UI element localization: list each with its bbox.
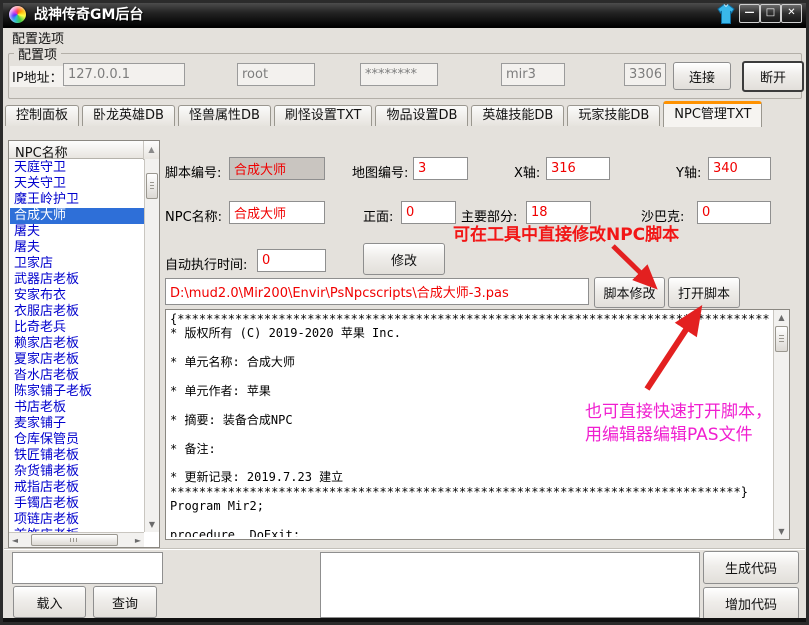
script-vscroll-thumb[interactable] xyxy=(775,326,788,352)
shabak-field[interactable] xyxy=(697,201,771,224)
list-item[interactable]: 天庭守卫 xyxy=(10,160,144,176)
config-group-label: 配置项 xyxy=(14,44,61,63)
npc-list-hscrollbar[interactable]: ◄ ► xyxy=(9,532,144,547)
minimize-button[interactable]: — xyxy=(739,4,760,23)
list-item[interactable]: 天关守卫 xyxy=(10,176,144,192)
tab-物品设置DB[interactable]: 物品设置DB xyxy=(375,105,468,126)
hscroll-thumb[interactable] xyxy=(31,534,118,546)
title-bar: 战神传奇GM后台 — □ ✕ xyxy=(0,0,809,28)
script-modify-button[interactable]: 脚本修改 xyxy=(594,277,665,308)
list-item[interactable]: 手镯店老板 xyxy=(10,496,144,512)
code-name-box[interactable] xyxy=(12,552,163,584)
map-no-field[interactable] xyxy=(413,157,468,180)
list-item[interactable]: 魔王岭护卫 xyxy=(10,192,144,208)
list-item[interactable]: 夏家店老板 xyxy=(10,352,144,368)
code-output-box[interactable] xyxy=(320,552,700,618)
list-item[interactable]: 武器店老板 xyxy=(10,272,144,288)
list-item[interactable]: 卫家店 xyxy=(10,256,144,272)
app-icon xyxy=(9,6,26,23)
auto-time-field[interactable] xyxy=(257,249,326,272)
script-path-field[interactable] xyxy=(165,278,589,305)
annotation-note-pink: 也可直接快速打开脚本， 用编辑器编辑PAS文件 xyxy=(585,401,772,447)
bottom-separator xyxy=(4,548,805,549)
close-button[interactable]: ✕ xyxy=(781,4,802,23)
vscroll-thumb[interactable] xyxy=(146,173,158,199)
sort-asc-icon[interactable]: ▲ xyxy=(143,141,159,160)
y-axis-label: Y轴: xyxy=(676,162,701,181)
annotation-note-red: 可在工具中直接修改NPC脚本 xyxy=(453,220,679,245)
list-item[interactable]: 衣服店老板 xyxy=(10,304,144,320)
x-axis-field[interactable] xyxy=(546,157,610,180)
scroll-left-icon[interactable]: ◄ xyxy=(11,536,19,545)
map-no-label: 地图编号: xyxy=(352,162,408,181)
list-item[interactable]: 项链店老板 xyxy=(10,512,144,528)
list-item[interactable]: 仓库保管员 xyxy=(10,432,144,448)
y-axis-field[interactable] xyxy=(708,157,771,180)
scroll-right-icon[interactable]: ► xyxy=(134,536,142,545)
front-label: 正面: xyxy=(363,206,393,225)
maximize-button[interactable]: □ xyxy=(760,4,781,23)
script-no-label: 脚本编号: xyxy=(165,162,221,181)
list-item[interactable]: 杂货铺老板 xyxy=(10,464,144,480)
front-field[interactable] xyxy=(401,201,456,224)
npc-name-label: NPC名称: xyxy=(165,206,222,225)
disconnect-button[interactable]: 断开 xyxy=(742,61,804,92)
list-item[interactable]: 麦家铺子 xyxy=(10,416,144,432)
npc-list: NPC名称 ▲ 天庭守卫天关守卫魔王岭护卫合成大师屠夫屠夫卫家店武器店老板安家布… xyxy=(8,140,160,548)
script-no-field[interactable] xyxy=(229,157,325,180)
tab-NPC管理TXT[interactable]: NPC管理TXT xyxy=(663,101,762,127)
tab-strip: 控制面板卧龙英雄DB怪兽属性DB刷怪设置TXT物品设置DB英雄技能DB玩家技能D… xyxy=(5,102,765,126)
port-field[interactable] xyxy=(624,63,666,86)
list-item[interactable]: 铁匠铺老板 xyxy=(10,448,144,464)
window-title: 战神传奇GM后台 xyxy=(34,4,143,24)
tab-控制面板[interactable]: 控制面板 xyxy=(5,105,79,126)
database-field[interactable] xyxy=(501,63,565,86)
scroll-up-icon[interactable]: ▲ xyxy=(774,313,789,322)
app-window: 战神传奇GM后台 — □ ✕ 配置选项 配置项 IP地址： 连接 断开 控制面板… xyxy=(0,0,809,625)
scroll-down-icon[interactable]: ▼ xyxy=(774,527,789,536)
npc-list-vscrollbar[interactable]: ▼ xyxy=(144,159,159,532)
list-item[interactable]: 沓水店老板 xyxy=(10,368,144,384)
ip-label: IP地址： xyxy=(10,66,65,87)
list-item[interactable]: 安家布衣 xyxy=(10,288,144,304)
ip-address-field[interactable] xyxy=(63,63,185,86)
tab-玩家技能DB[interactable]: 玩家技能DB xyxy=(567,105,660,126)
script-vscrollbar[interactable]: ▲ ▼ xyxy=(773,310,789,539)
password-field[interactable] xyxy=(360,63,438,86)
query-button[interactable]: 查询 xyxy=(93,586,157,618)
tab-刷怪设置TXT[interactable]: 刷怪设置TXT xyxy=(274,105,373,126)
scroll-down-icon[interactable]: ▼ xyxy=(145,520,159,529)
tab-卧龙英雄DB[interactable]: 卧龙英雄DB xyxy=(82,105,175,126)
tab-怪兽属性DB[interactable]: 怪兽属性DB xyxy=(178,105,271,126)
connect-button[interactable]: 连接 xyxy=(673,62,731,90)
open-script-button[interactable]: 打开脚本 xyxy=(668,277,740,308)
tab-英雄技能DB[interactable]: 英雄技能DB xyxy=(471,105,564,126)
auto-time-label: 自动执行时间: xyxy=(165,254,247,273)
x-axis-label: X轴: xyxy=(514,162,540,181)
npc-list-header[interactable]: NPC名称 xyxy=(9,141,144,159)
list-item[interactable]: 赖家店老板 xyxy=(10,336,144,352)
list-item[interactable]: 陈家铺子老板 xyxy=(10,384,144,400)
username-field[interactable] xyxy=(237,63,315,86)
list-item[interactable]: 戒指店老板 xyxy=(10,480,144,496)
npc-name-field[interactable] xyxy=(229,201,325,224)
list-item[interactable]: 屠夫 xyxy=(10,224,144,240)
generate-code-button[interactable]: 生成代码 xyxy=(703,551,799,584)
list-item[interactable]: 书店老板 xyxy=(10,400,144,416)
list-item[interactable]: 屠夫 xyxy=(10,240,144,256)
shirt-item-icon xyxy=(714,2,738,26)
add-code-button[interactable]: 增加代码 xyxy=(703,587,799,620)
list-item[interactable]: 比奇老兵 xyxy=(10,320,144,336)
modify-button[interactable]: 修改 xyxy=(363,243,445,275)
list-item[interactable]: 合成大师 xyxy=(10,208,144,224)
load-button[interactable]: 载入 xyxy=(13,586,86,618)
